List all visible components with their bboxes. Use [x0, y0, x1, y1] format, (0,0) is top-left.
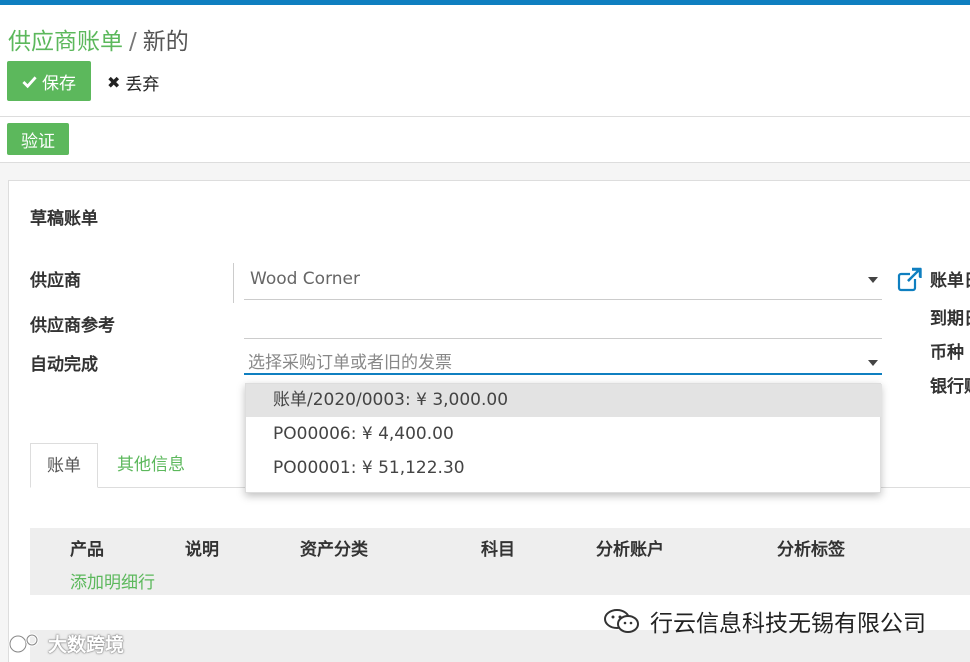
vendor-reference-input[interactable]	[244, 302, 882, 339]
autocomplete-placeholder: 选择采购订单或者旧的发票	[248, 353, 452, 373]
currency-label: 币种	[930, 343, 964, 363]
autocomplete-input[interactable]: 选择采购订单或者旧的发票	[244, 340, 882, 375]
dropdown-option[interactable]: PO00001: ¥ 51,122.30	[246, 452, 882, 485]
save-button[interactable]: 保存	[7, 61, 91, 101]
breadcrumb: 供应商账单 / 新的	[8, 22, 189, 56]
vendor-reference-label: 供应商参考	[30, 316, 115, 336]
autocomplete-dropdown: 账单/2020/0003: ¥ 3,000.00 PO00006: ¥ 4,40…	[245, 383, 882, 493]
due-date-label: 到期日期	[930, 309, 970, 329]
vendor-label: 供应商	[30, 271, 81, 291]
column-header-analytic-account[interactable]: 分析账户	[596, 535, 664, 560]
logo-icon	[8, 633, 39, 653]
vendor-value: Wood Corner	[250, 269, 360, 289]
watermark-right-text: 行云信息科技无锡有限公司	[650, 611, 926, 637]
check-icon	[22, 75, 37, 88]
watermark-left-text: 大数跨境	[48, 634, 125, 656]
external-link-icon[interactable]	[897, 267, 923, 293]
column-header-description[interactable]: 说明	[185, 535, 219, 560]
autocomplete-label: 自动完成	[30, 355, 98, 375]
divider	[0, 116, 970, 117]
vendor-select[interactable]: Wood Corner	[244, 263, 882, 300]
discard-button-label: 丢弃	[125, 75, 160, 95]
chevron-down-icon[interactable]	[868, 360, 878, 366]
watermark-right: 行云信息科技无锡有限公司	[602, 604, 926, 638]
add-line-link[interactable]: 添加明细行	[70, 568, 155, 593]
column-header-product[interactable]: 产品	[70, 535, 104, 560]
breadcrumb-current: 新的	[142, 29, 189, 55]
top-accent-bar	[0, 0, 970, 5]
verify-button[interactable]: 验证	[7, 123, 69, 155]
tab-other-info[interactable]: 其他信息	[101, 443, 201, 488]
bill-date-label: 账单日期	[930, 271, 970, 291]
wechat-icon	[604, 609, 639, 633]
dropdown-option[interactable]: PO00006: ¥ 4,400.00	[246, 418, 882, 451]
dropdown-option[interactable]: 账单/2020/0003: ¥ 3,000.00	[246, 384, 882, 417]
label-divider	[233, 263, 234, 303]
save-button-label: 保存	[42, 73, 76, 94]
discard-button[interactable]: ✖ 丢弃	[107, 70, 159, 95]
column-header-analytic-tags[interactable]: 分析标签	[777, 535, 845, 560]
tab-bill[interactable]: 账单	[30, 443, 98, 488]
breadcrumb-separator: /	[129, 29, 137, 55]
column-header-asset-category[interactable]: 资产分类	[300, 535, 368, 560]
bank-account-label: 银行账户	[930, 377, 970, 397]
watermark-left: 大数跨境	[8, 630, 124, 657]
column-header-account[interactable]: 科目	[481, 535, 515, 560]
breadcrumb-vendor-bills-link[interactable]: 供应商账单	[8, 29, 123, 55]
draft-bill-title: 草稿账单	[30, 209, 98, 229]
chevron-down-icon[interactable]	[868, 277, 878, 283]
close-icon: ✖	[107, 73, 121, 92]
